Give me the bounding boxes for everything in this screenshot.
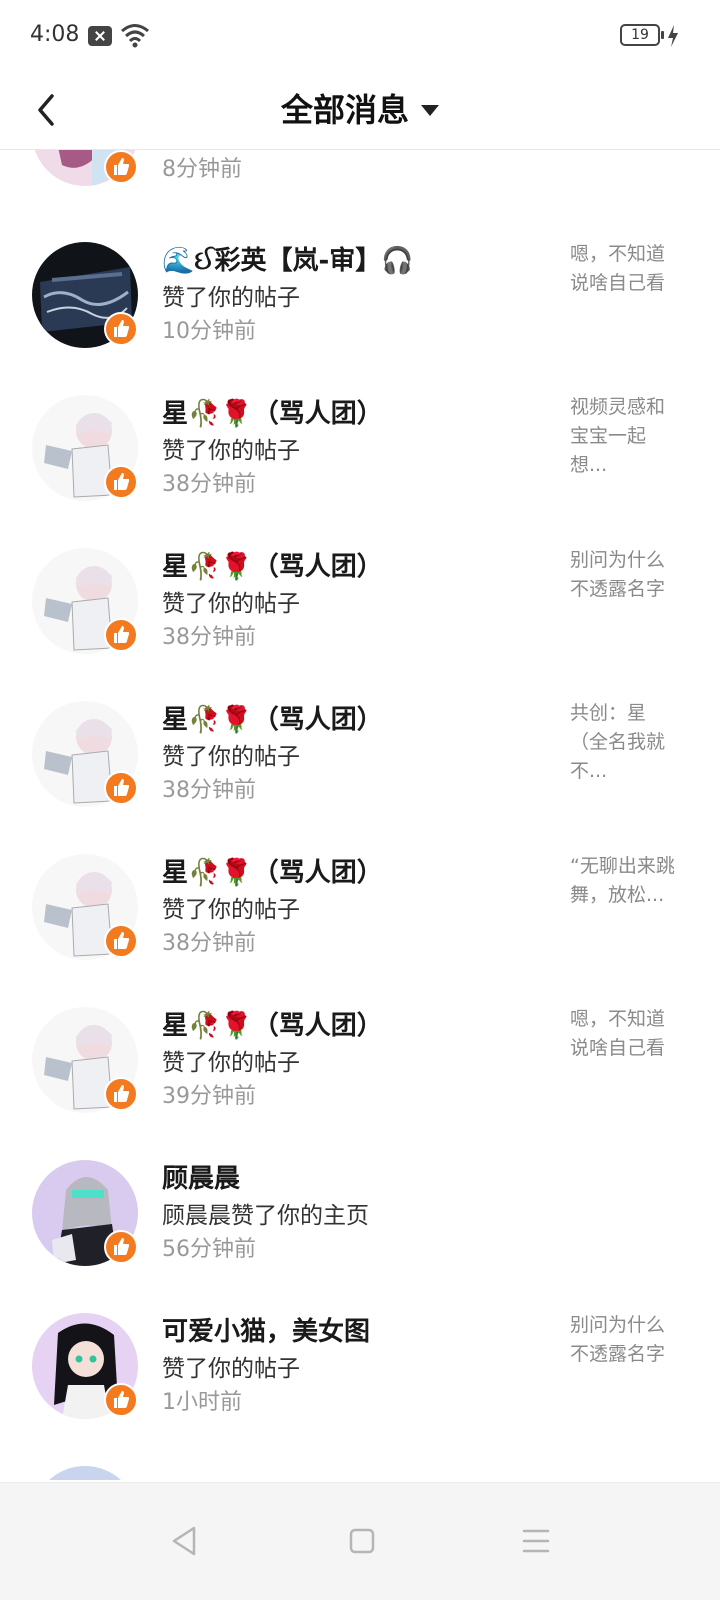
- nav-back-button[interactable]: [154, 1511, 214, 1571]
- post-preview: 别问为什么 不透露名字: [570, 549, 666, 600]
- sender-name: 星🥀🌹（骂人团）: [162, 1011, 383, 1041]
- sender-name: 🌊ઈ彩英【岚-审】🎧: [162, 246, 414, 276]
- sender-name: 顾晨晨: [162, 1164, 241, 1194]
- post-preview: 别问为什么 不透露名字: [570, 1314, 666, 1365]
- post-preview: 视频灵感和 宝宝一起 想...: [570, 396, 666, 476]
- like-badge: [104, 465, 138, 499]
- sender-name: 星🥀🌹（骂人团）: [162, 705, 383, 735]
- battery-icon: 19: [620, 24, 664, 46]
- post-preview: “无聊出来跳 舞，放松...: [570, 855, 675, 906]
- list-item[interactable]: 顾晨晨 顾晨晨赞了你的主页 56分钟前: [0, 1138, 720, 1288]
- list-item[interactable]: 星🥀🌹（骂人团） 赞了你的帖子 39分钟前 嗯，不知道 说啥自己看: [0, 985, 720, 1135]
- message-list[interactable]: 8分钟前 🌊ઈ彩英【岚-审】🎧 赞了你的帖子 10分钟前 嗯，不知道 说啥自己看: [0, 150, 720, 1480]
- thumbs-up-icon: [114, 320, 130, 337]
- list-item[interactable]: 可爱小猫，美女图 赞了你的帖子 1小时前 别问为什么 不透露名字: [0, 1291, 720, 1441]
- sender-name: 星🥀🌹（骂人团）: [162, 858, 383, 888]
- list-item[interactable]: 星🥀🌹（骂人团） 赞了你的帖子 38分钟前 共创：星 （全名我就 不...: [0, 679, 720, 829]
- charging-icon: [668, 25, 678, 47]
- message-action: 赞了你的帖子: [162, 744, 300, 770]
- thumbs-up-icon: [114, 158, 130, 175]
- message-time: 8分钟前: [162, 157, 242, 182]
- thumbs-up-icon: [114, 779, 130, 796]
- message-time: 10分钟前: [162, 319, 256, 344]
- message-action: 赞了你的帖子: [162, 285, 300, 311]
- thumbs-up-icon: [114, 1238, 130, 1255]
- message-time: 39分钟前: [162, 1084, 256, 1109]
- message-time: 1小时前: [162, 1390, 242, 1415]
- thumbs-up-icon: [114, 1085, 130, 1102]
- like-badge: [104, 312, 138, 346]
- square-home-icon: [349, 1528, 375, 1554]
- sender-name: 星🥀🌹（骂人团）: [162, 399, 383, 429]
- nav-home-button[interactable]: [332, 1511, 392, 1571]
- post-preview: 共创：星 （全名我就 不...: [570, 702, 666, 782]
- message-action: 赞了你的帖子: [162, 1050, 300, 1076]
- message-action: 顾晨晨赞了你的主页: [162, 1203, 369, 1229]
- thumbs-up-icon: [114, 1391, 130, 1408]
- list-item[interactable]: 星🥀🌹（骂人团） 赞了你的帖子 38分钟前 “无聊出来跳 舞，放松...: [0, 832, 720, 982]
- caret-down-icon: [421, 104, 439, 116]
- message-action: 赞了你的帖子: [162, 897, 300, 923]
- like-badge: [104, 150, 138, 184]
- thumbs-up-icon: [114, 626, 130, 643]
- notification-icon: [88, 26, 112, 46]
- post-preview: 嗯，不知道 说啥自己看: [570, 243, 666, 294]
- system-nav-bar: [0, 1482, 720, 1600]
- nav-menu-button[interactable]: [506, 1511, 566, 1571]
- thumbs-up-icon: [114, 932, 130, 949]
- sender-name: 星🥀🌹（骂人团）: [162, 552, 383, 582]
- post-preview: 嗯，不知道 说啥自己看: [570, 1008, 666, 1059]
- list-item[interactable]: 8分钟前: [0, 150, 720, 208]
- thumbs-up-icon: [114, 473, 130, 490]
- status-bar: 4:08 19: [0, 0, 720, 72]
- status-time: 4:08: [30, 22, 80, 47]
- message-action: 赞了你的帖子: [162, 1356, 300, 1382]
- message-action: 赞了你的帖子: [162, 438, 300, 464]
- page-title: 全部消息: [280, 91, 409, 129]
- message-filter-dropdown[interactable]: 全部消息: [0, 82, 720, 138]
- avatar: [32, 1466, 138, 1480]
- list-item[interactable]: 星🥀🌹（骂人团） 赞了你的帖子 38分钟前 视频灵感和 宝宝一起 想...: [0, 373, 720, 523]
- like-badge: [104, 618, 138, 652]
- like-badge: [104, 1230, 138, 1264]
- like-badge: [104, 1077, 138, 1111]
- header: 全部消息: [0, 72, 720, 150]
- message-time: 38分钟前: [162, 778, 256, 803]
- sender-name: 可爱小猫，美女图: [162, 1317, 371, 1347]
- message-action: 赞了你的帖子: [162, 591, 300, 617]
- menu-lines-icon: [522, 1529, 550, 1553]
- list-item[interactable]: 星🥀🌹（骂人团） 赞了你的帖子 38分钟前 别问为什么 不透露名字: [0, 526, 720, 676]
- list-item[interactable]: [0, 1444, 720, 1480]
- like-badge: [104, 1383, 138, 1417]
- wifi-icon: [121, 24, 149, 48]
- message-time: 38分钟前: [162, 472, 256, 497]
- list-item[interactable]: 🌊ઈ彩英【岚-审】🎧 赞了你的帖子 10分钟前 嗯，不知道 说啥自己看: [0, 220, 720, 370]
- triangle-back-icon: [172, 1526, 196, 1556]
- message-time: 38分钟前: [162, 625, 256, 650]
- like-badge: [104, 771, 138, 805]
- message-time: 38分钟前: [162, 931, 256, 956]
- message-time: 56分钟前: [162, 1237, 256, 1262]
- like-badge: [104, 924, 138, 958]
